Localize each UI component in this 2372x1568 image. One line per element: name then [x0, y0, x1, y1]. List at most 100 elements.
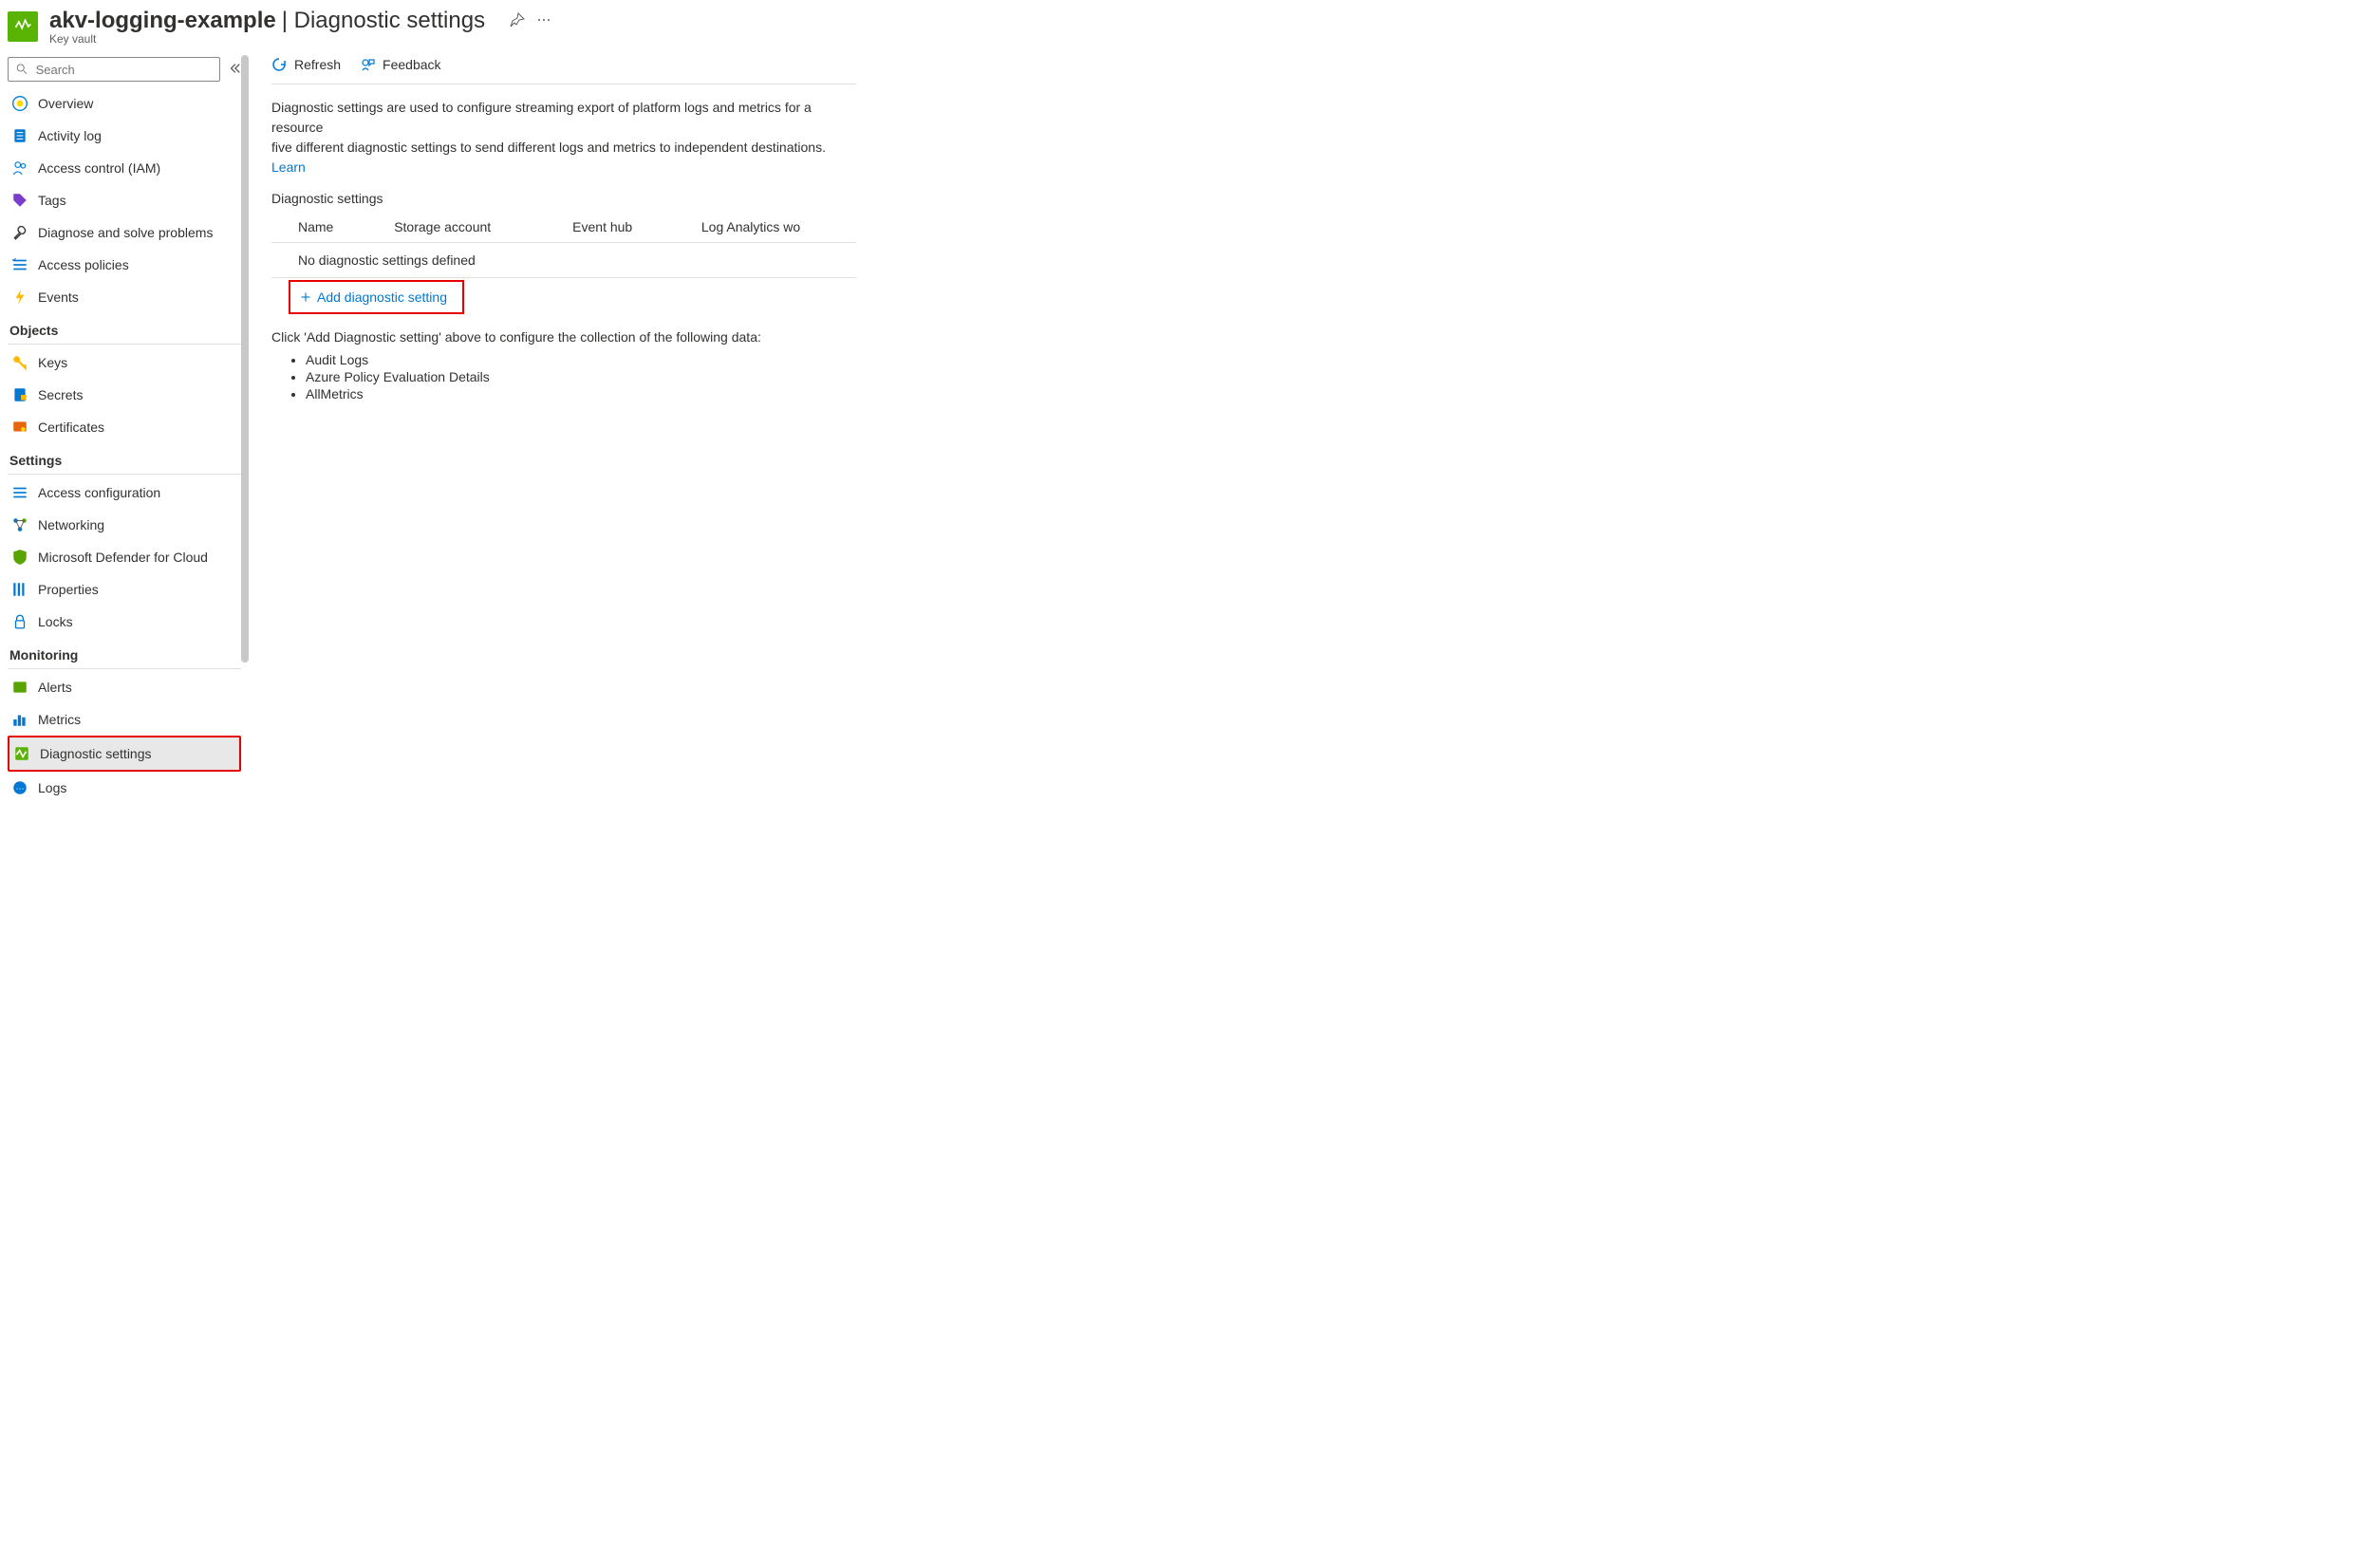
sidebar-item-label: Events: [38, 289, 79, 305]
diagnostic-settings-table: Name Storage account Event hub Log Analy…: [271, 212, 856, 278]
sidebar-item-label: Diagnose and solve problems: [38, 225, 213, 240]
plus-icon: [300, 291, 311, 303]
lock-icon: [11, 613, 28, 630]
column-eventhub: Event hub: [546, 212, 675, 243]
svg-text:⋯: ⋯: [16, 783, 25, 793]
people-icon: [11, 159, 28, 177]
add-diagnostic-setting-button[interactable]: Add diagnostic setting: [289, 280, 464, 314]
sidebar-item-label: Access control (IAM): [38, 160, 160, 176]
sidebar-item-label: Access policies: [38, 257, 129, 272]
sidebar-item-access-policies[interactable]: Access policies: [8, 249, 241, 281]
diagnostic-icon: [13, 745, 30, 762]
sidebar-item-locks[interactable]: Locks: [8, 606, 241, 638]
data-types-list: Audit Logs Azure Policy Evaluation Detai…: [306, 352, 856, 401]
list-item: AllMetrics: [306, 386, 856, 401]
alerts-icon: [11, 679, 28, 696]
sidebar-item-label: Microsoft Defender for Cloud: [38, 550, 208, 565]
list-item: Audit Logs: [306, 352, 856, 367]
feedback-label: Feedback: [383, 57, 440, 72]
tag-icon: [11, 192, 28, 209]
sidebar-item-defender[interactable]: Microsoft Defender for Cloud: [8, 541, 241, 573]
sidebar-section-objects: Objects: [8, 313, 241, 345]
sidebar-item-label: Networking: [38, 517, 104, 532]
sidebar-item-label: Properties: [38, 582, 99, 597]
sidebar-item-keys[interactable]: Keys: [8, 346, 241, 379]
properties-icon: [11, 581, 28, 598]
resource-type-icon: [8, 11, 38, 42]
sidebar-item-events[interactable]: Events: [8, 281, 241, 313]
sidebar-item-label: Keys: [38, 355, 67, 370]
sidebar-item-properties[interactable]: Properties: [8, 573, 241, 606]
learn-more-link[interactable]: Learn: [271, 159, 306, 175]
logs-icon: ⋯: [11, 779, 28, 796]
list-check-icon: [11, 484, 28, 501]
sidebar-item-diagnose[interactable]: Diagnose and solve problems: [8, 216, 241, 249]
sidebar-section-monitoring: Monitoring: [8, 638, 241, 669]
sidebar-item-secrets[interactable]: Secrets: [8, 379, 241, 411]
sidebar-section-settings: Settings: [8, 443, 241, 475]
sidebar-item-label: Alerts: [38, 680, 72, 695]
sidebar: Overview Activity log Access control (IA…: [0, 49, 249, 812]
table-title: Diagnostic settings: [271, 191, 856, 206]
sidebar-item-label: Access configuration: [38, 485, 160, 500]
list-item: Azure Policy Evaluation Details: [306, 369, 856, 384]
refresh-icon: [271, 57, 287, 72]
refresh-button[interactable]: Refresh: [271, 57, 341, 72]
column-law: Log Analytics wo: [675, 212, 856, 243]
sidebar-item-metrics[interactable]: Metrics: [8, 703, 241, 736]
lead-text: Click 'Add Diagnostic setting' above to …: [271, 329, 856, 345]
sidebar-item-label: Diagnostic settings: [40, 746, 152, 761]
scrollbar-thumb[interactable]: [241, 55, 249, 663]
sidebar-item-label: Overview: [38, 96, 93, 111]
sidebar-item-diagnostic-settings[interactable]: Diagnostic settings: [8, 736, 241, 772]
collapse-sidebar-icon[interactable]: [228, 62, 241, 78]
page-header: akv-logging-example | Diagnostic setting…: [0, 0, 2372, 49]
empty-message: No diagnostic settings defined: [271, 243, 856, 278]
more-icon[interactable]: [536, 12, 551, 30]
toolbar: Refresh Feedback: [271, 57, 856, 84]
certificate-icon: [11, 419, 28, 436]
secret-icon: [11, 386, 28, 403]
sidebar-item-label: Secrets: [38, 387, 83, 402]
add-button-label: Add diagnostic setting: [317, 289, 447, 305]
sidebar-search[interactable]: [8, 57, 220, 82]
feedback-button[interactable]: Feedback: [360, 57, 440, 72]
sidebar-item-overview[interactable]: Overview: [8, 87, 241, 120]
globe-icon: [11, 95, 28, 112]
sidebar-item-logs[interactable]: ⋯ Logs: [8, 772, 241, 804]
resource-name: akv-logging-example: [49, 8, 276, 34]
sidebar-item-activity-log[interactable]: Activity log: [8, 120, 241, 152]
network-icon: [11, 516, 28, 533]
pin-icon[interactable]: [510, 12, 525, 30]
sidebar-item-networking[interactable]: Networking: [8, 509, 241, 541]
table-row: No diagnostic settings defined: [271, 243, 856, 278]
sidebar-item-label: Certificates: [38, 420, 104, 435]
metrics-icon: [11, 711, 28, 728]
feedback-icon: [360, 57, 375, 72]
search-icon: [16, 63, 28, 76]
refresh-label: Refresh: [294, 57, 341, 72]
bolt-icon: [11, 289, 28, 306]
sidebar-item-access-config[interactable]: Access configuration: [8, 476, 241, 509]
page-title: | Diagnostic settings: [282, 8, 485, 34]
sidebar-item-label: Metrics: [38, 712, 81, 727]
sidebar-item-label: Locks: [38, 614, 73, 629]
column-name: Name: [271, 212, 367, 243]
sidebar-item-tags[interactable]: Tags: [8, 184, 241, 216]
list-check-icon: [11, 256, 28, 273]
description-text: Diagnostic settings are used to configur…: [271, 98, 856, 177]
sidebar-item-label: Tags: [38, 193, 66, 208]
sidebar-item-alerts[interactable]: Alerts: [8, 671, 241, 703]
sidebar-item-certificates[interactable]: Certificates: [8, 411, 241, 443]
sidebar-item-iam[interactable]: Access control (IAM): [8, 152, 241, 184]
wrench-icon: [11, 224, 28, 241]
sidebar-item-label: Activity log: [38, 128, 102, 143]
resource-type: Key vault: [49, 32, 551, 46]
main-content: Refresh Feedback Diagnostic settings are…: [249, 49, 856, 812]
shield-icon: [11, 549, 28, 566]
column-storage: Storage account: [367, 212, 546, 243]
log-icon: [11, 127, 28, 144]
search-input[interactable]: [36, 63, 212, 77]
sidebar-item-label: Logs: [38, 780, 66, 795]
key-icon: [11, 354, 28, 371]
